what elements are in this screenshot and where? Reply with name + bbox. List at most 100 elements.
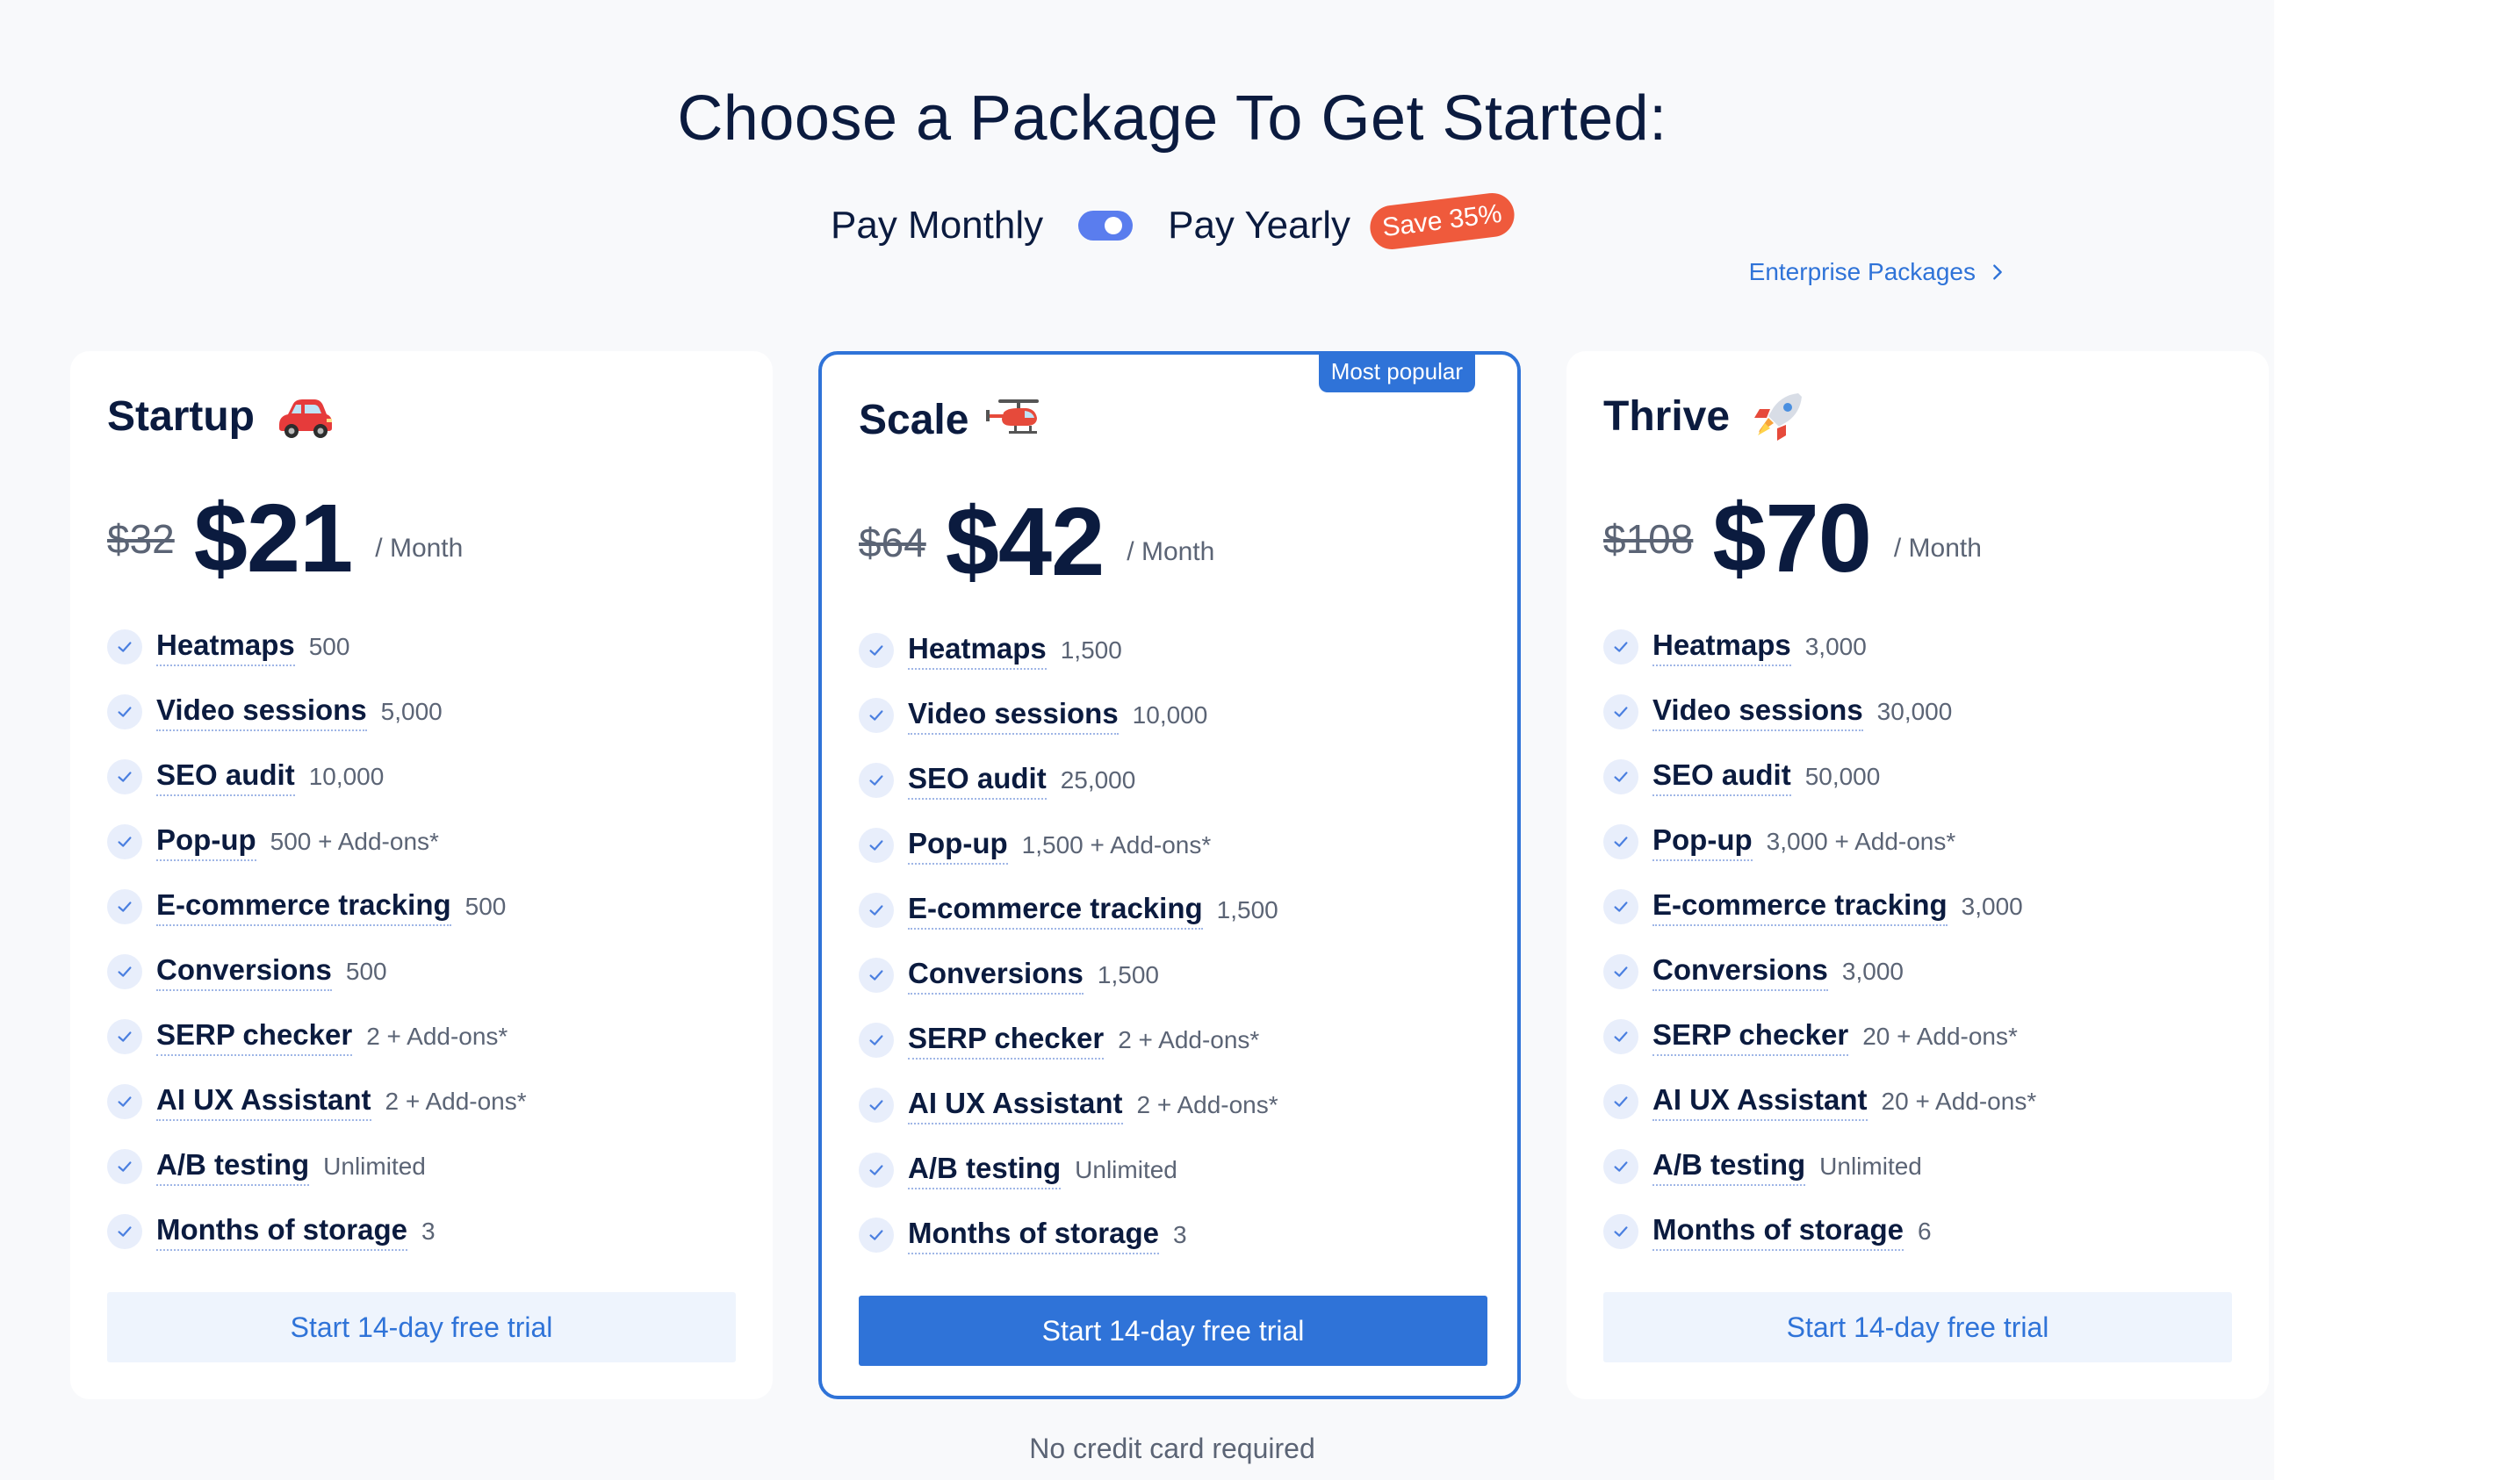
per-month-label: / Month [375, 533, 464, 563]
feature-item: Heatmaps 3,000 [1603, 614, 2236, 679]
feature-value: 500 [345, 958, 387, 985]
feature-value: 500 [464, 893, 507, 920]
check-icon [107, 1214, 142, 1249]
feature-list: Heatmaps 1,500 Video sessions 10,000 SEO aud… [859, 618, 1491, 1268]
feature-value: 1,500 + Add-ons* [1021, 831, 1212, 859]
plan-name: Thrive [1603, 392, 1731, 440]
feature-name[interactable]: Pop-up [908, 827, 1008, 865]
start-trial-button[interactable]: Start 14-day free trial [107, 1292, 736, 1362]
check-icon [107, 824, 142, 859]
check-icon [107, 759, 142, 794]
feature-value: 1,500 [1060, 636, 1122, 664]
feature-name[interactable]: SEO audit [908, 762, 1047, 800]
plan-card-startup: Startup $32 $21 / Month Heatmaps 500 Video… [70, 351, 773, 1399]
feature-name[interactable]: SEO audit [156, 758, 295, 796]
feature-name[interactable]: Pop-up [1652, 823, 1753, 861]
feature-name[interactable]: E-commerce tracking [156, 888, 451, 926]
feature-item: SERP checker 2 + Add-ons* [859, 1008, 1491, 1073]
check-icon [859, 1218, 894, 1253]
feature-item: Conversions 1,500 [859, 943, 1491, 1008]
feature-item: E-commerce tracking 1,500 [859, 878, 1491, 943]
feature-item: Heatmaps 500 [107, 614, 739, 679]
feature-name[interactable]: A/B testing [1652, 1148, 1806, 1186]
feature-name[interactable]: Video sessions [156, 693, 367, 731]
start-trial-button[interactable]: Start 14-day free trial [1603, 1292, 2232, 1362]
pay-monthly-label[interactable]: Pay Monthly [831, 204, 1043, 248]
most-popular-badge: Most popular [1318, 351, 1475, 392]
per-month-label: / Month [1127, 536, 1215, 566]
feature-value: 3,000 [1961, 893, 2023, 920]
feature-value: 5,000 [380, 698, 443, 725]
check-icon [107, 1084, 142, 1119]
enterprise-packages-link[interactable]: Enterprise Packages [1749, 258, 2007, 286]
feature-name[interactable]: E-commerce tracking [908, 892, 1203, 930]
plan-title: Startup [107, 390, 335, 442]
feature-item: E-commerce tracking 3,000 [1603, 874, 2236, 939]
feature-name[interactable]: Conversions [1652, 953, 1828, 991]
feature-item: Months of storage 6 [1603, 1199, 2236, 1264]
helicopter-icon [986, 399, 1040, 434]
check-icon [859, 893, 894, 928]
feature-name[interactable]: SERP checker [156, 1018, 353, 1056]
feature-name[interactable]: Conversions [156, 953, 332, 991]
feature-name[interactable]: A/B testing [908, 1152, 1062, 1189]
feature-name[interactable]: Conversions [908, 957, 1084, 995]
feature-name[interactable]: Pop-up [156, 823, 256, 861]
feature-name[interactable]: AI UX Assistant [908, 1087, 1123, 1124]
check-icon [1603, 694, 1638, 729]
page-title: Choose a Package To Get Started: [677, 83, 1667, 154]
feature-name[interactable]: Months of storage [908, 1217, 1159, 1254]
feature-value: 3,000 [1804, 633, 1867, 660]
feature-item: SEO audit 10,000 [107, 744, 739, 809]
feature-name[interactable]: E-commerce tracking [1652, 888, 1948, 926]
feature-item: Pop-up 500 + Add-ons* [107, 809, 739, 874]
feature-value: Unlimited [1819, 1153, 1922, 1180]
feature-value: 50,000 [1804, 763, 1881, 790]
feature-name[interactable]: SEO audit [1652, 758, 1791, 796]
feature-item: SERP checker 20 + Add-ons* [1603, 1004, 2236, 1069]
feature-value: 2 + Add-ons* [1136, 1091, 1278, 1118]
feature-name[interactable]: AI UX Assistant [156, 1083, 371, 1121]
feature-item: Months of storage 3 [859, 1203, 1491, 1268]
start-trial-button[interactable]: Start 14-day free trial [859, 1296, 1487, 1366]
check-icon [859, 1023, 894, 1058]
plan-title: Thrive [1603, 390, 1811, 442]
check-icon [859, 698, 894, 733]
check-icon [859, 763, 894, 798]
current-price: $21 [193, 485, 354, 593]
plan-card-scale: Most popular Scale $64 $42 / Month Heatm… [818, 351, 1521, 1399]
check-icon [859, 1088, 894, 1123]
plan-name: Startup [107, 392, 255, 440]
plan-title: Scale [859, 393, 1049, 446]
feature-name[interactable]: Heatmaps [908, 632, 1047, 670]
old-price: $64 [859, 519, 926, 565]
feature-name[interactable]: Heatmaps [1652, 629, 1791, 666]
feature-name[interactable]: AI UX Assistant [1652, 1083, 1868, 1121]
plan-name: Scale [859, 396, 969, 443]
check-icon [1603, 824, 1638, 859]
feature-item: Video sessions 5,000 [107, 679, 739, 744]
check-icon [859, 958, 894, 993]
price-row: $108 $70 / Month [1603, 483, 1982, 594]
check-icon [107, 694, 142, 729]
feature-name[interactable]: Months of storage [1652, 1213, 1904, 1251]
feature-list: Heatmaps 500 Video sessions 5,000 SEO audit 1… [107, 614, 739, 1264]
pay-yearly-label[interactable]: Pay Yearly [1168, 204, 1350, 248]
feature-item: Video sessions 10,000 [859, 683, 1491, 748]
feature-name[interactable]: Heatmaps [156, 629, 295, 666]
feature-name[interactable]: SERP checker [908, 1022, 1105, 1060]
feature-name[interactable]: Months of storage [156, 1213, 407, 1251]
plan-card-thrive: Thrive $108 $70 / Month Heatmaps 3,000 Vid… [1566, 351, 2269, 1399]
billing-toggle[interactable] [1078, 211, 1134, 241]
feature-item: SERP checker 2 + Add-ons* [107, 1004, 739, 1069]
check-icon [1603, 1084, 1638, 1119]
check-icon [1603, 1019, 1638, 1054]
feature-name[interactable]: A/B testing [156, 1148, 310, 1186]
feature-item: Conversions 3,000 [1603, 939, 2236, 1004]
no-credit-card-note: No credit card required [1029, 1433, 1315, 1464]
feature-name[interactable]: Video sessions [908, 697, 1119, 735]
feature-name[interactable]: SERP checker [1652, 1018, 1849, 1056]
check-icon [1603, 889, 1638, 924]
feature-name[interactable]: Video sessions [1652, 693, 1863, 731]
feature-value: 1,500 [1097, 961, 1159, 988]
